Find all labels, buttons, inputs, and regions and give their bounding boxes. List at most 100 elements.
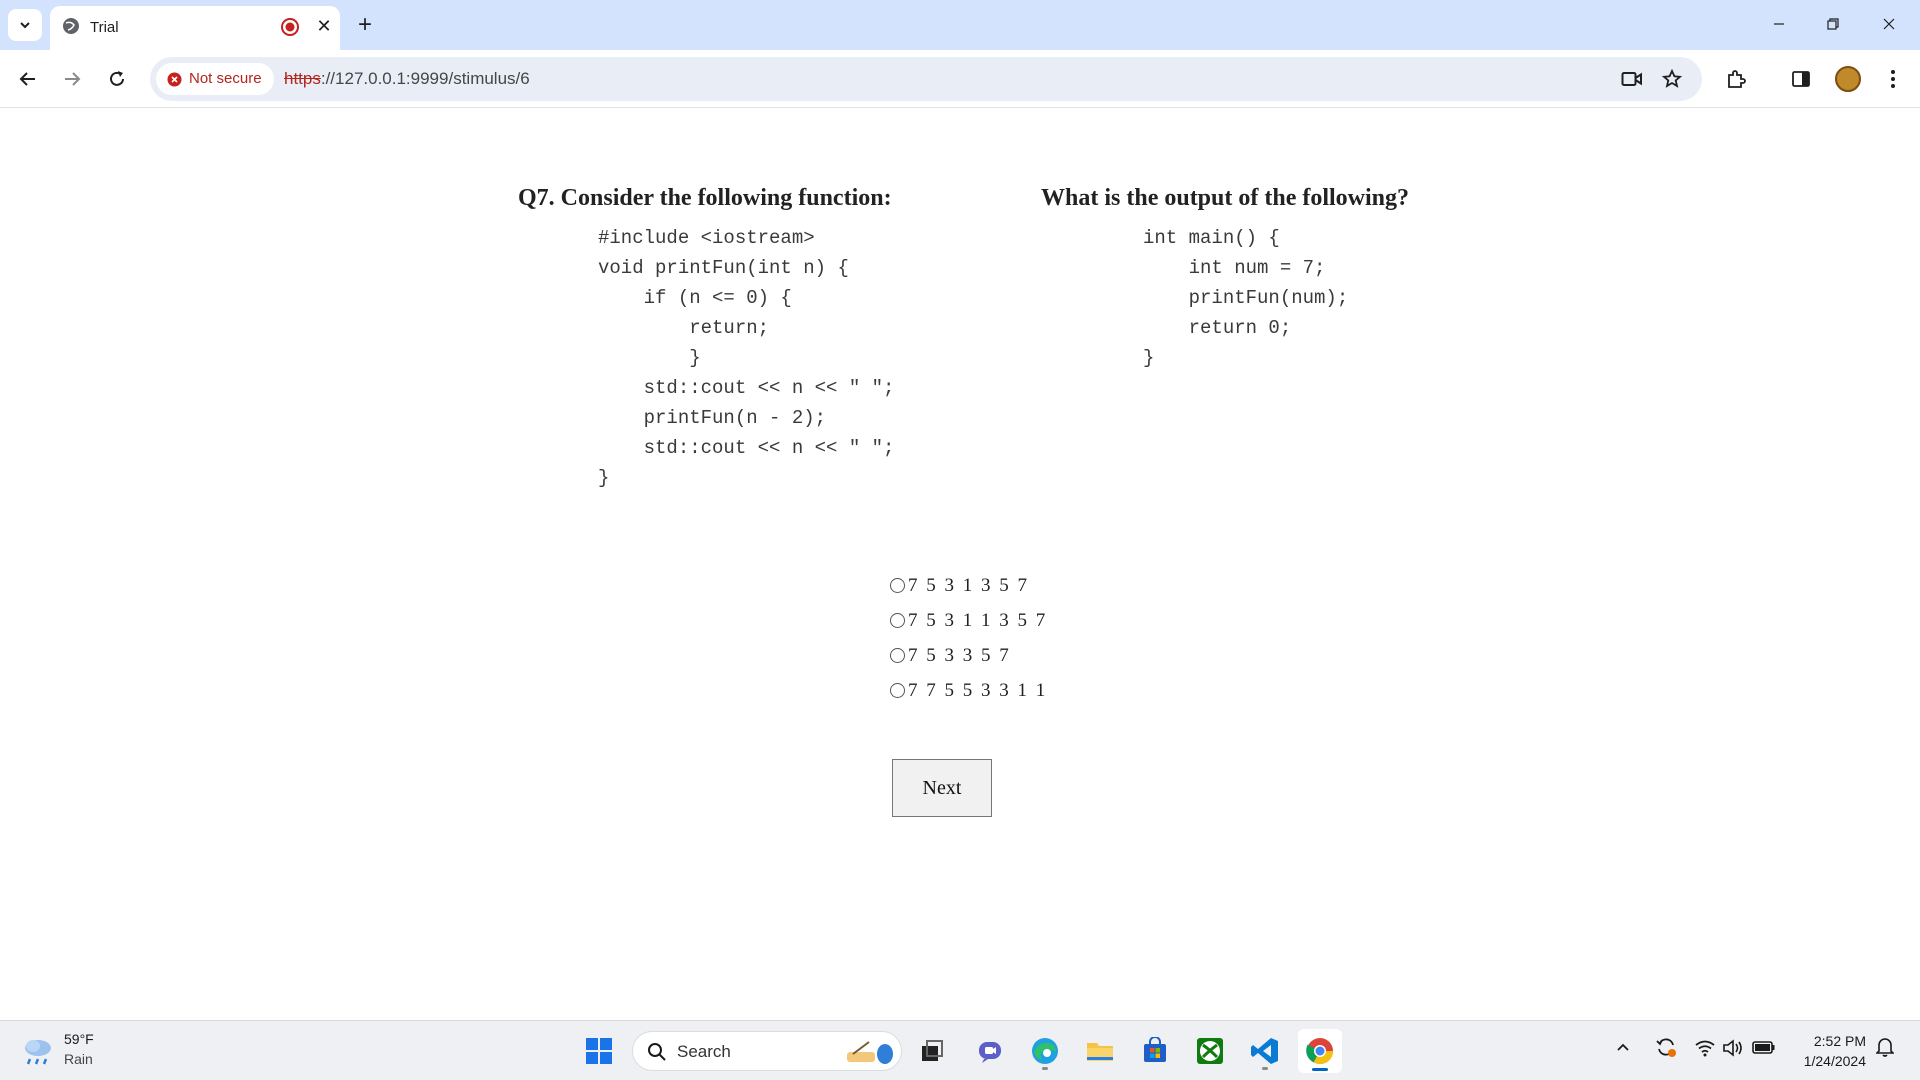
code-line: } <box>598 347 701 369</box>
answer-option-4[interactable]: 7 7 5 5 3 3 1 1 <box>890 673 1047 708</box>
option-label: 7 5 3 3 5 7 <box>908 644 1011 666</box>
taskbar-file-explorer[interactable] <box>1078 1029 1122 1073</box>
taskbar-store[interactable] <box>1133 1029 1177 1073</box>
url-rest: ://127.0.0.1:9999/stimulus/6 <box>320 69 530 88</box>
recording-icon <box>281 18 299 36</box>
vscode-icon <box>1251 1038 1278 1064</box>
code-line: if (n <= 0) { <box>598 287 792 309</box>
store-icon <box>1144 1037 1166 1062</box>
option-label: 7 7 5 5 3 3 1 1 <box>908 679 1048 701</box>
code-line: #include <iostream> <box>598 227 815 249</box>
back-arrow-icon <box>19 72 35 86</box>
taskbar-chrome[interactable] <box>1298 1029 1342 1073</box>
minimize-button[interactable] <box>1756 8 1802 40</box>
radio-button[interactable] <box>890 648 905 663</box>
clock-time: 2:52 PM <box>1813 1033 1866 1049</box>
notifications-button[interactable] <box>1875 1037 1895 1062</box>
tab-search-button[interactable] <box>8 9 42 41</box>
code-line: printFun(n - 2); <box>598 407 827 429</box>
weather-description: Rain <box>64 1051 93 1067</box>
side-panel-icon[interactable] <box>1785 63 1817 95</box>
answer-option-2[interactable]: 7 5 3 1 1 3 5 7 <box>890 603 1047 638</box>
chat-icon <box>979 1042 1001 1063</box>
edge-icon <box>1032 1038 1058 1064</box>
profile-avatar[interactable] <box>1835 66 1861 92</box>
close-window-button[interactable] <box>1866 8 1912 40</box>
address-bar[interactable]: Not secure https://127.0.0.1:9999/stimul… <box>150 57 1702 101</box>
code-block-function: #include <iostream> void printFun(int n)… <box>598 223 894 493</box>
battery-tray-icon[interactable] <box>1752 1039 1776 1060</box>
camera-icon[interactable] <box>1620 67 1644 91</box>
folder-icon <box>1087 1043 1113 1061</box>
security-chip[interactable]: Not secure <box>156 63 274 95</box>
taskbar-xbox[interactable] <box>1188 1029 1232 1073</box>
code-line: printFun(num); <box>1143 287 1349 309</box>
wifi-tray-icon[interactable] <box>1694 1039 1716 1062</box>
browser-toolbar: Not secure https://127.0.0.1:9999/stimul… <box>0 50 1920 108</box>
tab-strip: Trial ✕ + <box>0 0 1920 50</box>
sync-tray-icon[interactable] <box>1654 1035 1678 1064</box>
url-scheme: https <box>284 69 321 88</box>
security-label: Not secure <box>189 70 262 87</box>
back-button[interactable] <box>12 63 44 95</box>
forward-arrow-icon <box>65 72 81 86</box>
page-content: Q7. Consider the following function: Wha… <box>0 109 1920 1020</box>
code-line: int main() { <box>1143 227 1280 249</box>
restore-icon <box>1827 18 1839 30</box>
option-label: 7 5 3 1 1 3 5 7 <box>908 609 1048 631</box>
answer-option-3[interactable]: 7 5 3 3 5 7 <box>890 638 1047 673</box>
radio-button[interactable] <box>890 683 905 698</box>
search-placeholder: Search <box>677 1042 731 1061</box>
taskbar-edge[interactable] <box>1023 1029 1067 1073</box>
bookmark-star-icon[interactable] <box>1660 67 1684 91</box>
code-line: int num = 7; <box>1143 257 1326 279</box>
restore-button[interactable] <box>1810 8 1856 40</box>
volume-icon <box>1723 1039 1742 1057</box>
question-heading-right: What is the output of the following? <box>1041 185 1410 211</box>
taskbar-task-view[interactable] <box>910 1029 954 1073</box>
error-icon <box>167 72 182 87</box>
code-line: return 0; <box>1143 317 1292 339</box>
tab-close-icon[interactable]: ✕ <box>312 14 336 38</box>
volume-tray-icon[interactable] <box>1722 1039 1744 1062</box>
active-indicator <box>1312 1068 1328 1071</box>
chevron-down-icon <box>20 22 30 29</box>
browser-tab[interactable]: Trial ✕ <box>50 6 340 50</box>
xbox-icon <box>1197 1038 1223 1064</box>
reload-button[interactable] <box>101 63 133 95</box>
wifi-icon <box>1695 1040 1715 1057</box>
system-clock[interactable]: 2:52 PM 1/24/2024 <box>1804 1031 1866 1071</box>
taskbar-search[interactable]: Search <box>632 1031 902 1071</box>
code-line: } <box>1143 347 1155 369</box>
show-hidden-icons[interactable] <box>1615 1039 1631 1060</box>
code-block-main: int main() { int num = 7; printFun(num);… <box>1143 223 1348 373</box>
taskbar-vscode[interactable] <box>1243 1029 1287 1073</box>
globe-icon <box>63 18 79 34</box>
answer-option-1[interactable]: 7 5 3 1 3 5 7 <box>890 568 1047 603</box>
next-button[interactable]: Next <box>892 759 992 817</box>
running-indicator <box>1262 1067 1268 1070</box>
radio-button[interactable] <box>890 613 905 628</box>
forward-button[interactable] <box>56 63 88 95</box>
tab-title: Trial <box>90 19 119 36</box>
url-text[interactable]: https://127.0.0.1:9999/stimulus/6 <box>284 69 530 89</box>
chevron-up-icon <box>1617 1043 1629 1051</box>
menu-kebab-icon[interactable] <box>1877 63 1909 95</box>
extensions-icon[interactable] <box>1720 63 1752 95</box>
radio-button[interactable] <box>890 578 905 593</box>
taskbar-teams[interactable] <box>968 1029 1012 1073</box>
minimize-icon <box>1774 23 1784 25</box>
question-heading-left: Q7. Consider the following function: <box>518 185 892 211</box>
battery-icon <box>1752 1041 1775 1054</box>
reload-icon <box>110 71 124 86</box>
code-line: } <box>598 467 610 489</box>
weather-rain-icon[interactable] <box>20 1035 56 1072</box>
new-tab-button[interactable]: + <box>350 10 380 40</box>
code-line: std::cout << n << " "; <box>598 377 895 399</box>
running-indicator <box>1042 1067 1048 1070</box>
clock-date: 1/24/2024 <box>1803 1053 1866 1069</box>
answer-options-list: 7 5 3 1 3 5 7 7 5 3 1 1 3 5 7 7 5 3 3 5 … <box>890 568 1047 708</box>
windows-logo-icon <box>586 1038 612 1064</box>
close-icon <box>1883 18 1895 30</box>
start-button[interactable] <box>577 1029 621 1073</box>
